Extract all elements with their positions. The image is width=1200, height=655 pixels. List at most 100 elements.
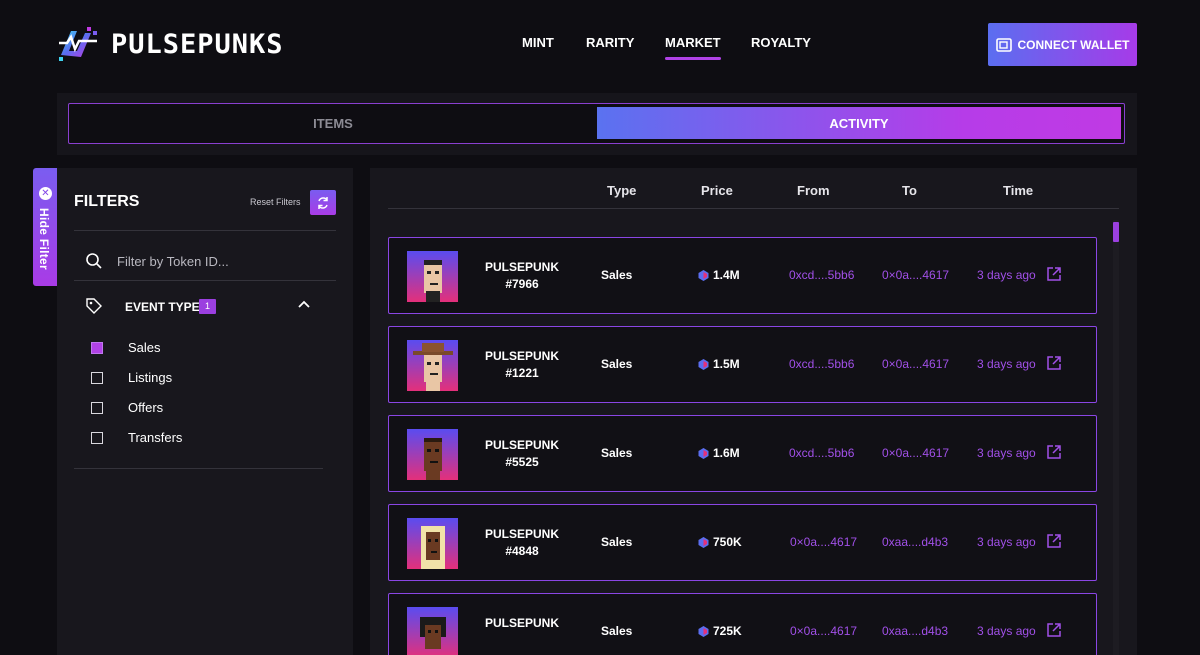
- table-row[interactable]: PULSEPUNK #4848 Sales 750K 0×0a....4617 …: [388, 504, 1097, 581]
- tab-activity[interactable]: ACTIVITY: [597, 107, 1121, 139]
- to-address[interactable]: 0xaa....d4b3: [882, 535, 948, 549]
- reset-filters-button[interactable]: [310, 190, 336, 215]
- nav-rarity[interactable]: RARITY: [586, 35, 634, 50]
- tab-bar-container: ITEMS ACTIVITY: [57, 93, 1137, 155]
- brand-name: PULSEPUNKS: [111, 28, 284, 60]
- event-type-count-badge: 1: [199, 299, 216, 314]
- token-name[interactable]: PULSEPUNK: [482, 615, 562, 632]
- nav-market[interactable]: MARKET: [665, 35, 721, 60]
- offers-checkbox[interactable]: [91, 401, 103, 414]
- external-link-icon[interactable]: [1046, 444, 1062, 460]
- from-address[interactable]: 0xcd....5bb6: [789, 446, 854, 460]
- from-address[interactable]: 0×0a....4617: [790, 535, 857, 549]
- event-time: 3 days ago: [977, 268, 1036, 282]
- connect-wallet-label: CONNECT WALLET: [1017, 37, 1130, 52]
- from-address[interactable]: 0×0a....4617: [790, 624, 857, 638]
- pls-token-icon: [698, 625, 709, 637]
- table-row[interactable]: PULSEPUNK #1221 Sales 1.5M 0xcd....5bb6 …: [388, 326, 1097, 403]
- reset-filters-label[interactable]: Reset Filters: [250, 197, 301, 207]
- token-name-line1: PULSEPUNK: [484, 527, 559, 541]
- search-icon: [86, 253, 102, 269]
- scrollbar-track[interactable]: [1113, 220, 1119, 655]
- filter-panel: FILTERS Reset Filters EVENT TYPE 1 Sales…: [57, 168, 353, 655]
- header-time: Time: [1003, 183, 1034, 198]
- punk-avatar: [407, 607, 458, 655]
- to-address[interactable]: 0×0a....4617: [882, 357, 949, 371]
- token-id: #5525: [505, 455, 539, 469]
- external-link-icon[interactable]: [1046, 622, 1062, 638]
- connect-wallet-button[interactable]: CONNECT WALLET: [988, 23, 1137, 66]
- tab-bar: ITEMS ACTIVITY: [68, 103, 1125, 144]
- punk-avatar: [407, 429, 458, 480]
- tab-items[interactable]: ITEMS: [69, 104, 597, 143]
- sales-checkbox[interactable]: [91, 341, 103, 354]
- token-name[interactable]: PULSEPUNK #7966: [482, 259, 562, 293]
- event-type-label[interactable]: EVENT TYPE: [125, 300, 200, 314]
- transfers-label: Transfers: [128, 430, 183, 445]
- event-type-divider: [74, 468, 323, 469]
- filter-option-transfers[interactable]: Transfers: [91, 430, 182, 445]
- token-name[interactable]: PULSEPUNK #1221: [482, 348, 562, 382]
- nav-market-label: MARKET: [665, 35, 721, 50]
- sales-label: Sales: [128, 340, 161, 355]
- price: 725K: [698, 624, 742, 638]
- price-value: 1.4M: [713, 268, 740, 282]
- pls-token-icon: [698, 358, 709, 370]
- event-time: 3 days ago: [977, 624, 1036, 638]
- to-address[interactable]: 0×0a....4617: [882, 268, 949, 282]
- search-divider: [74, 280, 336, 281]
- price: 1.4M: [698, 268, 740, 282]
- price: 1.5M: [698, 357, 740, 371]
- punk-avatar: [407, 340, 458, 391]
- price-value: 1.5M: [713, 357, 740, 371]
- tag-icon: [86, 298, 102, 314]
- filter-option-offers[interactable]: Offers: [91, 400, 163, 415]
- header-price: Price: [701, 183, 733, 198]
- table-row[interactable]: PULSEPUNK #7966 Sales 1.4M 0xcd....5bb6 …: [388, 237, 1097, 314]
- wallet-icon: [995, 37, 1012, 52]
- brand-logo[interactable]: PULSEPUNKS: [57, 25, 284, 63]
- activity-panel: Type Price From To Time PULSEPUNK #7966 …: [370, 168, 1137, 655]
- external-link-icon[interactable]: [1046, 533, 1062, 549]
- filters-divider: [74, 230, 336, 231]
- nav-royalty[interactable]: ROYALTY: [751, 35, 811, 50]
- from-address[interactable]: 0xcd....5bb6: [789, 268, 854, 282]
- scrollbar-thumb[interactable]: [1113, 222, 1119, 242]
- token-id: #7966: [505, 277, 539, 291]
- filter-option-listings[interactable]: Listings: [91, 370, 172, 385]
- to-address[interactable]: 0×0a....4617: [882, 446, 949, 460]
- header-divider: [388, 208, 1119, 209]
- to-address[interactable]: 0xaa....d4b3: [882, 624, 948, 638]
- nav-mint[interactable]: MINT: [522, 35, 554, 50]
- price: 1.6M: [698, 446, 740, 460]
- token-name[interactable]: PULSEPUNK #5525: [482, 437, 562, 471]
- token-name-line1: PULSEPUNK: [484, 260, 559, 274]
- event-type: Sales: [601, 624, 633, 638]
- token-id-search-input[interactable]: [117, 251, 327, 271]
- price-value: 1.6M: [713, 446, 740, 460]
- token-name-line1: PULSEPUNK: [484, 438, 559, 452]
- transfers-checkbox[interactable]: [91, 431, 103, 444]
- table-row[interactable]: PULSEPUNK Sales 725K 0×0a....4617 0xaa..…: [388, 593, 1097, 655]
- pls-token-icon: [698, 536, 709, 548]
- listings-checkbox[interactable]: [91, 371, 103, 384]
- token-name-line1: PULSEPUNK: [484, 349, 559, 363]
- external-link-icon[interactable]: [1046, 355, 1062, 371]
- table-row[interactable]: PULSEPUNK #5525 Sales 1.6M 0xcd....5bb6 …: [388, 415, 1097, 492]
- external-link-icon[interactable]: [1046, 266, 1062, 282]
- hide-filter-label: Hide Filter: [37, 208, 51, 270]
- chevron-up-icon[interactable]: [297, 299, 311, 309]
- token-name[interactable]: PULSEPUNK #4848: [482, 526, 562, 560]
- hide-filter-toggle[interactable]: ✕ Hide Filter: [33, 168, 57, 286]
- pulsepunks-logo-icon: [59, 27, 97, 61]
- listings-label: Listings: [128, 370, 173, 385]
- top-header: PULSEPUNKS MINT RARITY MARKET ROYALTY CO…: [0, 0, 1200, 90]
- pls-token-icon: [698, 269, 709, 281]
- from-address[interactable]: 0xcd....5bb6: [789, 357, 854, 371]
- event-type: Sales: [601, 446, 633, 460]
- filter-option-sales[interactable]: Sales: [91, 340, 161, 355]
- punk-avatar: [407, 518, 458, 569]
- price-value: 725K: [713, 624, 742, 638]
- offers-label: Offers: [128, 400, 164, 415]
- header-from: From: [797, 183, 830, 198]
